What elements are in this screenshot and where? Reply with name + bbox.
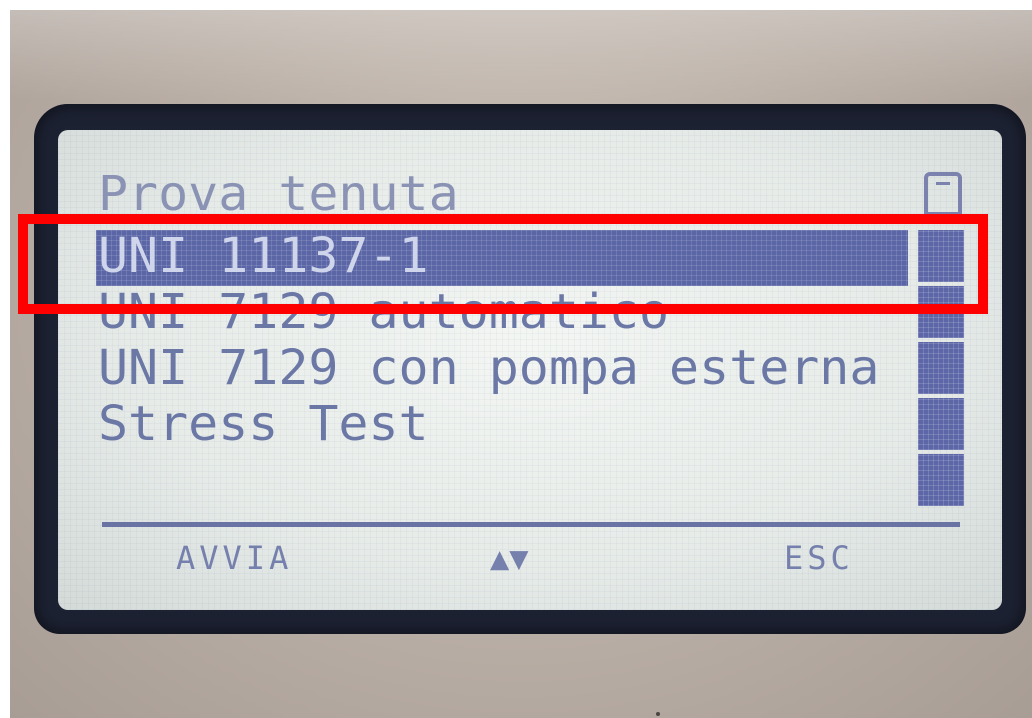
scrollbar-segment	[918, 342, 964, 394]
softkey-esc[interactable]: ESC	[784, 540, 854, 576]
lcd-screen: Prova tenuta UNI 11137-1 UNI 7129 automa…	[58, 130, 1002, 610]
softkey-navigate[interactable]: ▲▼	[490, 540, 529, 576]
scrollbar-segment	[918, 454, 964, 506]
softkey-divider	[102, 522, 960, 527]
up-down-arrows-icon: ▲▼	[490, 539, 529, 577]
softkey-avvia[interactable]: AVVIA	[176, 540, 292, 576]
menu-item-uni-7129-pompa-esterna[interactable]: UNI 7129 con pompa esterna	[98, 344, 879, 398]
casing-dot	[656, 712, 660, 716]
scroll-up-cap-icon	[924, 172, 962, 216]
red-highlight-annotation	[18, 214, 988, 314]
menu-item-stress-test[interactable]: Stress Test	[98, 400, 429, 454]
screen-title: Prova tenuta	[98, 166, 459, 222]
casing-highlight	[10, 10, 1032, 100]
scrollbar-segment	[918, 398, 964, 450]
